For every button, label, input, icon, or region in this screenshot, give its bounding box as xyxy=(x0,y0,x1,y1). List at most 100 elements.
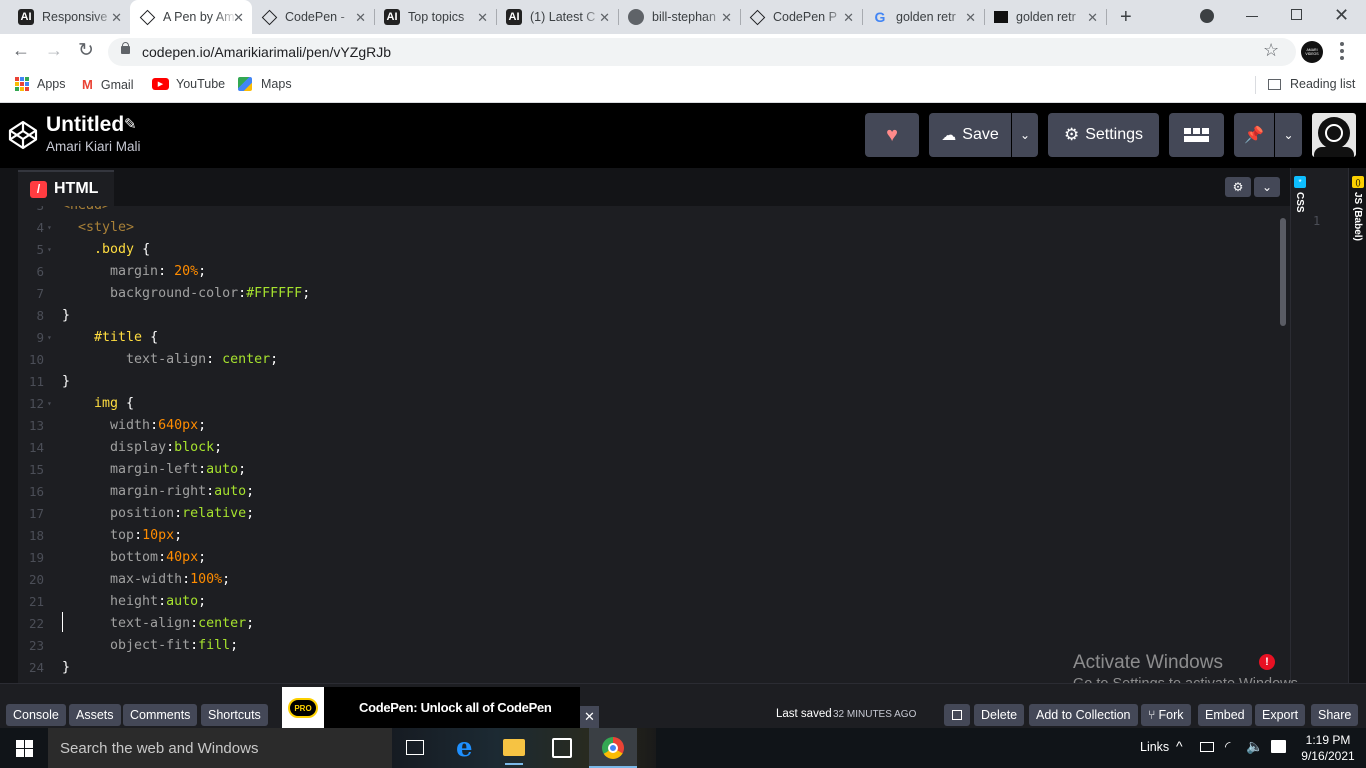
store-icon[interactable] xyxy=(552,738,572,758)
fold-arrow-icon[interactable]: ▾ xyxy=(47,239,52,261)
taskbar-clock[interactable]: 1:19 PM 9/16/2021 xyxy=(1300,732,1356,764)
reading-list-button[interactable]: Reading list xyxy=(1268,77,1355,91)
close-promo-button[interactable]: ✕ xyxy=(580,706,599,728)
fork-button[interactable]: ⑂ Fork xyxy=(1141,704,1191,726)
close-window-button[interactable]: ✕ xyxy=(1334,5,1349,26)
save-button[interactable]: ☁ Save xyxy=(929,113,1011,157)
bookmark-gmail[interactable]: M Gmail xyxy=(82,77,134,92)
html-panel-tab[interactable]: / HTML xyxy=(18,170,114,206)
close-tab-icon[interactable]: ✕ xyxy=(1087,10,1098,26)
close-tab-icon[interactable]: ✕ xyxy=(477,10,488,26)
address-bar[interactable]: codepen.io/Amarikiarimali/pen/vYZgRJb ☆ xyxy=(108,38,1296,66)
console-button[interactable]: Console xyxy=(6,704,66,726)
pin-dropdown-button[interactable]: ⌄ xyxy=(1275,113,1302,157)
close-tab-icon[interactable]: ✕ xyxy=(721,10,732,26)
pen-author[interactable]: Amari Kiari Mali xyxy=(46,139,141,154)
codepen-logo-icon[interactable] xyxy=(8,120,38,150)
editor-scrollbar-thumb[interactable] xyxy=(1280,218,1286,326)
menu-kebab-icon[interactable] xyxy=(1340,42,1344,60)
back-button[interactable]: ← xyxy=(12,40,30,61)
edit-title-pencil-icon[interactable]: ✎ xyxy=(124,115,137,133)
open-external-button[interactable] xyxy=(944,704,970,726)
js-panel[interactable]: 1 xyxy=(1308,168,1348,683)
file-explorer-icon[interactable] xyxy=(503,739,525,756)
battery-icon[interactable] xyxy=(1200,742,1214,752)
taskbar-search-box[interactable]: Search the web and Windows xyxy=(48,728,392,768)
export-button[interactable]: Export xyxy=(1255,704,1306,726)
reload-button[interactable]: ↻ xyxy=(78,39,94,62)
fold-arrow-icon[interactable]: ▾ xyxy=(47,217,52,239)
restore-button[interactable] xyxy=(1291,9,1302,20)
assets-button[interactable]: Assets xyxy=(69,704,121,726)
profile-avatar[interactable]: AMARI VIDEOS xyxy=(1301,41,1323,63)
pro-promo-banner[interactable]: PRO CodePen: Unlock all of CodePen xyxy=(282,687,580,729)
pin-button[interactable]: 📌 xyxy=(1234,113,1274,157)
browser-tab[interactable]: CodePen P ✕ xyxy=(740,0,862,34)
code-line: 5 ▾ .body { xyxy=(18,239,1268,261)
code-line: 8} xyxy=(18,305,1268,327)
windows-start-icon[interactable] xyxy=(16,740,33,757)
bookmark-star-icon[interactable]: ☆ xyxy=(1263,40,1279,61)
delete-button[interactable]: Delete xyxy=(974,704,1025,726)
close-tab-icon[interactable]: ✕ xyxy=(599,10,610,26)
add-to-collection-button[interactable]: Add to Collection xyxy=(1029,704,1138,726)
browser-tab[interactable]: AI Responsive ✕ xyxy=(8,0,130,34)
volume-icon[interactable]: 🔈 xyxy=(1246,738,1263,755)
browser-tab[interactable]: CodePen - ✕ xyxy=(252,0,374,34)
wifi-icon[interactable]: ◜ xyxy=(1225,738,1230,755)
close-tab-icon[interactable]: ✕ xyxy=(111,10,122,26)
embed-button[interactable]: Embed xyxy=(1198,704,1252,726)
css-panel-collapsed[interactable]: * CSS xyxy=(1290,168,1308,683)
line-number: 14 xyxy=(28,440,44,455)
html-code-editor[interactable]: 3<head>4▾ <style>5▾ .body {6 margin: 20%… xyxy=(18,206,1290,683)
fold-arrow-icon[interactable]: ▾ xyxy=(47,327,52,349)
heart-button[interactable]: ♥ xyxy=(865,113,919,157)
comments-button[interactable]: Comments xyxy=(123,704,198,726)
pen-title[interactable]: Untitled xyxy=(46,113,124,137)
bookmark-maps[interactable]: Maps xyxy=(238,77,292,91)
browser-tab[interactable]: bill-stephan ✕ xyxy=(618,0,740,34)
alert-icon[interactable]: ! xyxy=(1259,654,1275,670)
layout-button[interactable] xyxy=(1169,113,1224,157)
minimize-button[interactable] xyxy=(1246,16,1258,17)
tab-title: CodePen - xyxy=(285,10,345,24)
share-button[interactable]: Share xyxy=(1311,704,1359,726)
chrome-taskbar-button[interactable] xyxy=(589,728,637,768)
browser-tab[interactable]: A Pen by Amari✕ xyxy=(130,0,252,34)
save-dropdown-button[interactable]: ⌄ xyxy=(1012,113,1038,157)
fold-arrow-icon[interactable]: ▾ xyxy=(47,393,52,415)
js-panel-collapsed[interactable]: () JS (Babel) xyxy=(1348,168,1366,683)
browser-tab[interactable]: AI Top topics ✕ xyxy=(374,0,496,34)
close-tab-icon[interactable]: ✕ xyxy=(233,10,244,26)
links-toolbar[interactable]: Links xyxy=(1140,740,1169,754)
forward-button[interactable]: → xyxy=(45,40,63,61)
browser-tab[interactable]: golden retr ✕ xyxy=(984,0,1106,34)
show-hidden-icons-chevron-icon[interactable]: ^ xyxy=(1176,738,1183,754)
bookmark-apps[interactable]: Apps xyxy=(15,77,66,91)
code-text: max-width:100%; xyxy=(62,572,231,587)
browser-tab[interactable]: Ggolden retr ✕ xyxy=(862,0,984,34)
user-avatar[interactable] xyxy=(1312,113,1356,157)
close-tab-icon[interactable]: ✕ xyxy=(843,10,854,26)
html-collapse-chevron-icon[interactable]: ⌄ xyxy=(1254,177,1280,197)
text-cursor xyxy=(62,612,63,632)
bookmark-youtube[interactable]: ▶ YouTube xyxy=(152,77,225,91)
close-tab-icon[interactable]: ✕ xyxy=(965,10,976,26)
tab-search-icon[interactable] xyxy=(1200,9,1214,23)
clock-date: 9/16/2021 xyxy=(1301,749,1355,763)
task-view-icon[interactable] xyxy=(406,740,424,755)
html-settings-gear-icon[interactable]: ⚙ xyxy=(1225,177,1251,197)
new-tab-button[interactable]: + xyxy=(1120,6,1132,29)
notifications-icon[interactable] xyxy=(1271,740,1286,753)
shortcuts-button[interactable]: Shortcuts xyxy=(201,704,268,726)
heart-icon: ♥ xyxy=(886,123,898,146)
close-tab-icon[interactable]: ✕ xyxy=(355,10,366,26)
pro-badge-text: PRO xyxy=(288,698,318,718)
browser-tab[interactable]: AI (1) Latest C ✕ xyxy=(496,0,618,34)
chevron-down-icon: ⌄ xyxy=(1283,128,1294,142)
line-number: 11 xyxy=(28,374,44,389)
settings-button[interactable]: ⚙ Settings xyxy=(1048,113,1159,157)
settings-label: Settings xyxy=(1085,126,1144,143)
code-line: 16 margin-right:auto; xyxy=(18,481,1268,503)
edge-icon[interactable]: e xyxy=(456,733,473,763)
